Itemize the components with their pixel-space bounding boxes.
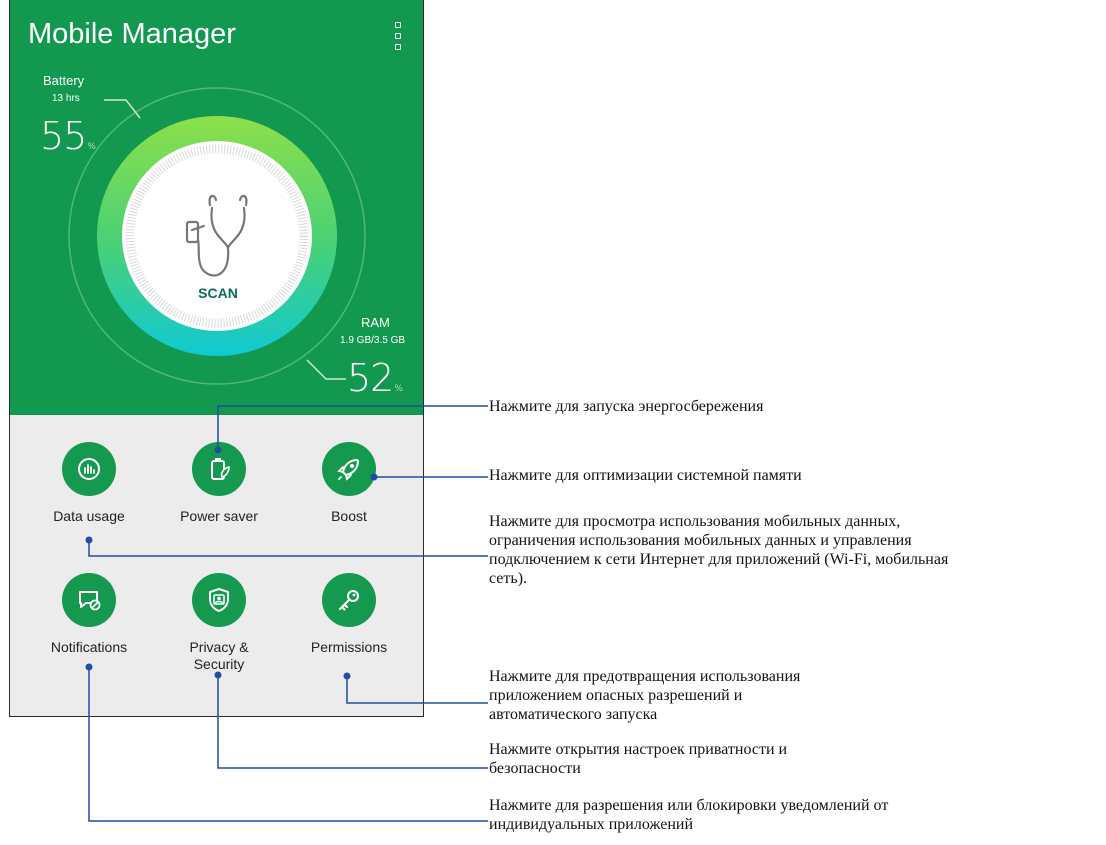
mobile-manager-screen: Mobile Manager Battery 13 hrs 55% RAM 1.… xyxy=(9,0,424,717)
privacy-shield-icon xyxy=(192,573,246,627)
scan-button[interactable]: SCAN xyxy=(193,285,243,301)
status-gauge xyxy=(68,87,366,385)
battery-time: 13 hrs xyxy=(52,93,80,104)
permissions-tile[interactable]: Permissions xyxy=(284,573,414,673)
power-saver-label: Power saver xyxy=(180,508,258,524)
power-saver-tile[interactable]: Power saver xyxy=(154,442,284,542)
data-usage-icon xyxy=(62,442,116,496)
power-saver-icon xyxy=(192,442,246,496)
app-title: Mobile Manager xyxy=(28,18,236,50)
notifications-label: Notifications xyxy=(50,639,128,655)
boost-callout: Нажмите для оптимизации системной памяти xyxy=(489,467,802,484)
ram-label: RAM xyxy=(361,315,390,330)
boost-label: Boost xyxy=(331,508,367,524)
privacy-security-tile[interactable]: Privacy & Security xyxy=(154,573,284,673)
ram-percent: 52% xyxy=(347,356,403,400)
battery-percent: 55% xyxy=(40,114,96,158)
data-usage-label: Data usage xyxy=(53,508,125,524)
header-panel: Mobile Manager Battery 13 hrs 55% RAM 1.… xyxy=(10,0,423,415)
notifications-callout: Нажмите для разрешения или блокировки ув… xyxy=(489,797,889,833)
data-usage-tile[interactable]: Data usage xyxy=(24,442,154,542)
boost-tile[interactable]: Boost xyxy=(284,442,414,542)
key-icon xyxy=(322,573,376,627)
data-usage-callout: Нажмите для просмотра использования моби… xyxy=(489,513,949,587)
privacy-security-label: Privacy & Security xyxy=(189,639,249,672)
notification-block-icon xyxy=(62,573,116,627)
ram-usage: 1.9 GB/3.5 GB xyxy=(340,335,406,346)
battery-label: Battery xyxy=(43,73,85,88)
rocket-icon xyxy=(322,442,376,496)
permissions-callout: Нажмите для предотвращения использования… xyxy=(489,668,801,723)
ram-pointer-line xyxy=(306,359,346,380)
notifications-tile[interactable]: Notifications xyxy=(24,573,154,673)
battery-pointer-line xyxy=(104,99,141,119)
privacy-callout: Нажмите открытия настроек приватности и … xyxy=(489,741,788,777)
more-vert-icon[interactable] xyxy=(391,22,405,50)
power-saver-callout: Нажмите для запуска энергосбережения xyxy=(489,398,764,415)
permissions-label: Permissions xyxy=(310,639,388,655)
